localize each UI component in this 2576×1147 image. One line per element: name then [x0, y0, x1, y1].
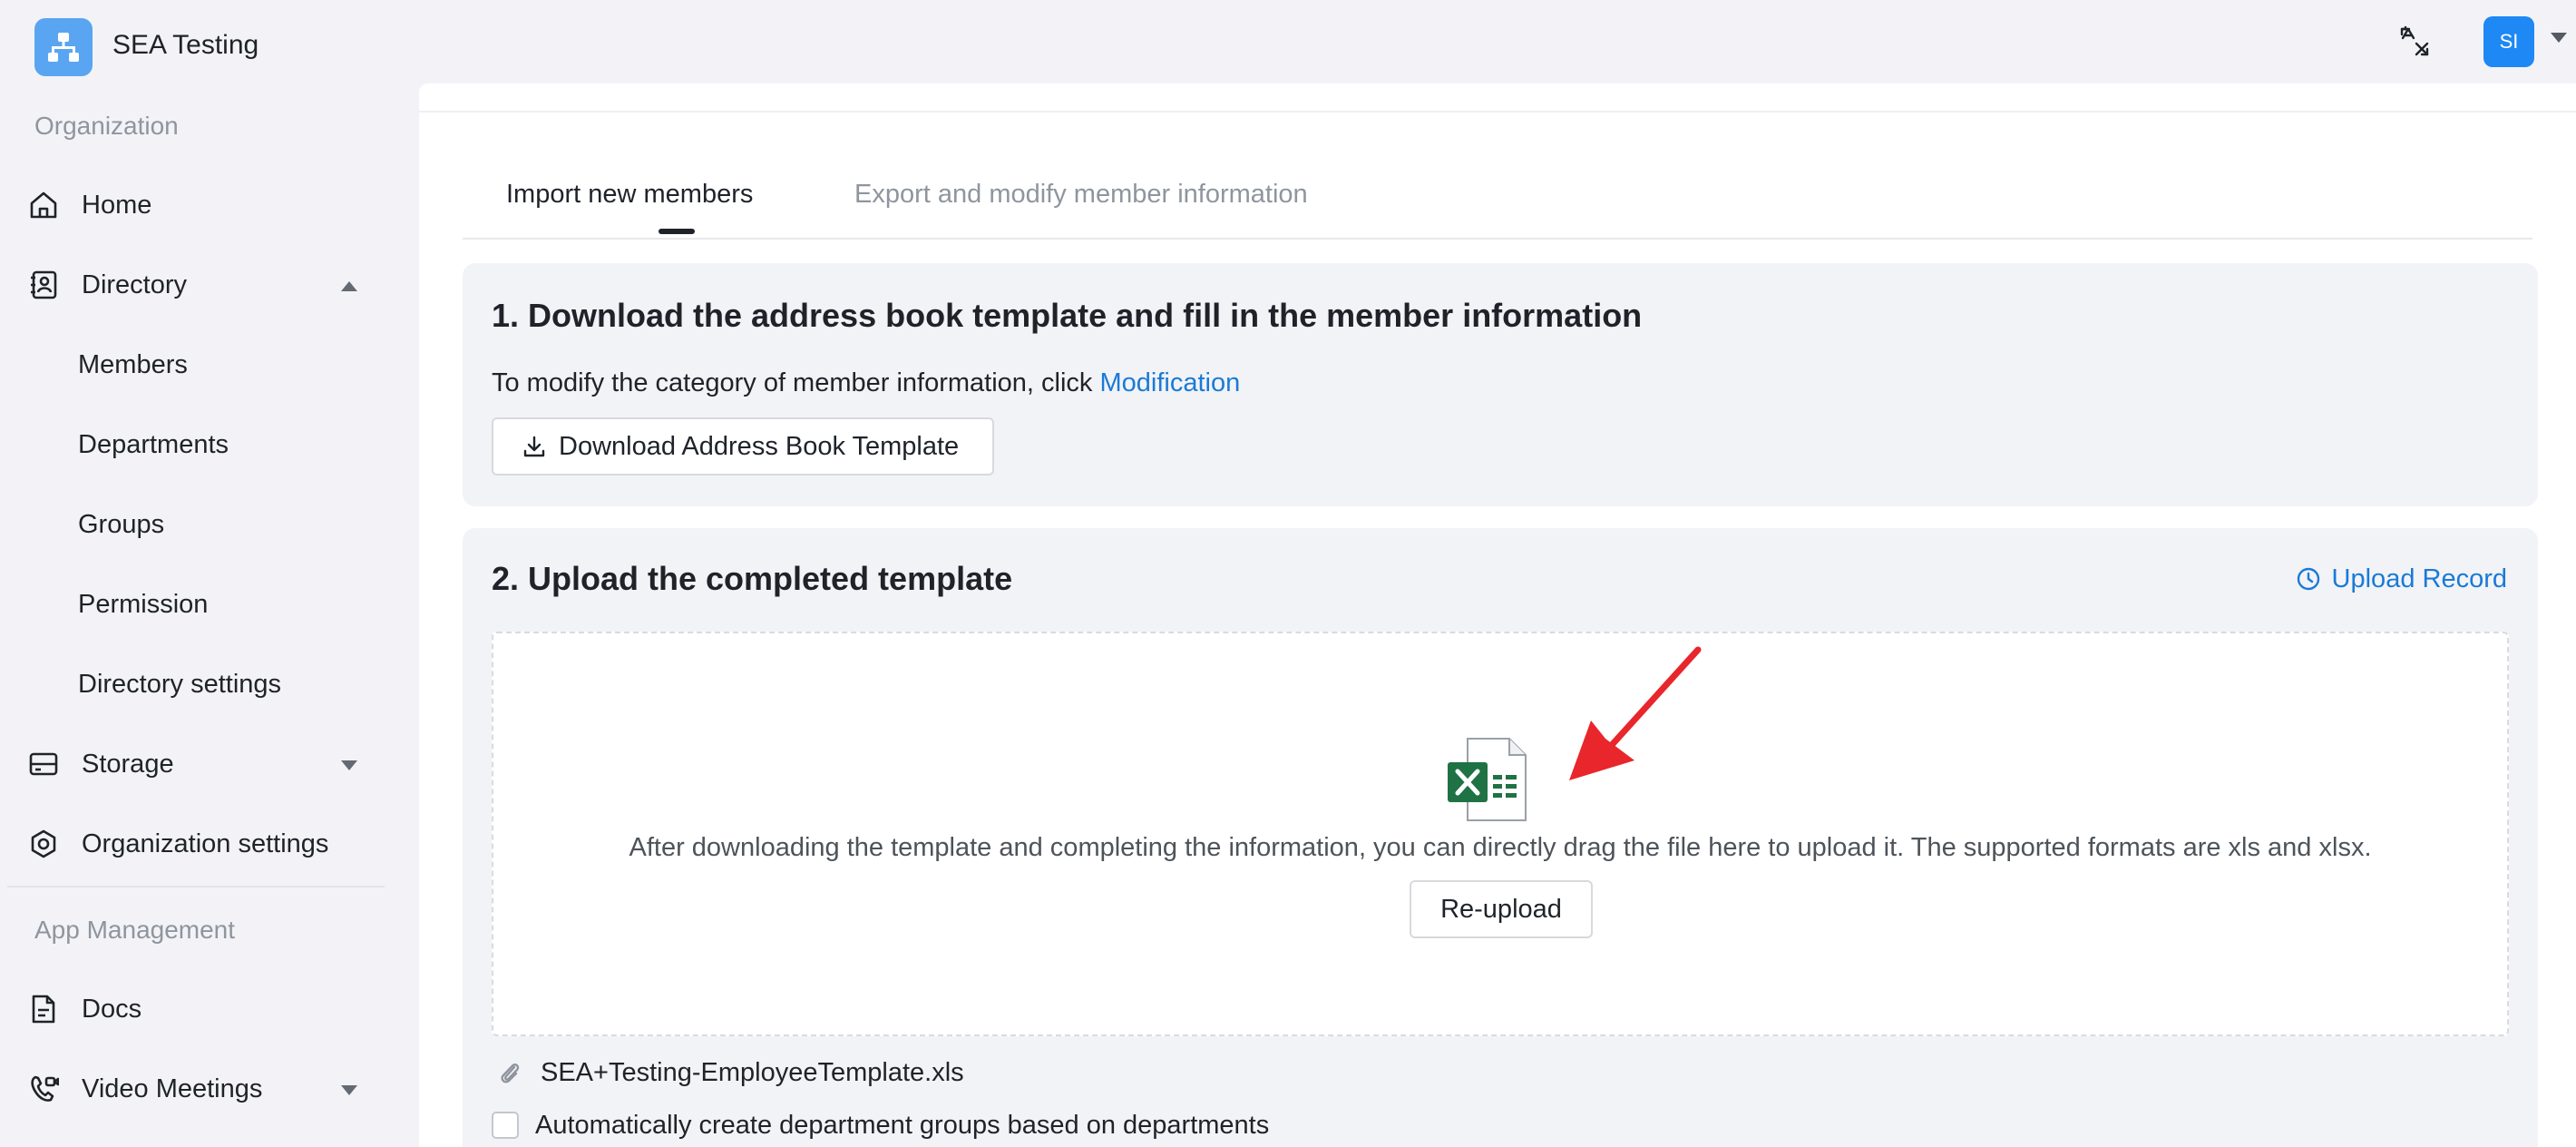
- translate-icon: [2400, 25, 2429, 56]
- account-menu-chevron-down-icon[interactable]: [2551, 33, 2567, 43]
- org-chart-icon: [48, 33, 79, 62]
- file-dropzone[interactable]: After downloading the template and compl…: [492, 632, 2509, 1036]
- app-name: SEA Testing: [112, 30, 259, 60]
- sidebar-item-label: Permission: [78, 590, 209, 619]
- organization-section-label: Organization: [34, 112, 179, 140]
- chevron-down-icon: [341, 1085, 357, 1095]
- auto-create-groups-label: Automatically create department groups b…: [535, 1111, 1270, 1140]
- sidebar-item-permission[interactable]: Permission: [0, 574, 390, 635]
- chevron-up-icon: [341, 281, 357, 291]
- hint-text: To modify the category of member informa…: [492, 368, 1100, 397]
- sidebar-item-label: Docs: [82, 995, 142, 1024]
- step2-title: 2. Upload the completed template: [492, 560, 1013, 597]
- auto-create-groups-option[interactable]: Automatically create department groups b…: [492, 1109, 1269, 1142]
- tab-import-new-members[interactable]: Import new members: [506, 178, 753, 211]
- home-icon: [27, 189, 60, 221]
- directory-icon: [27, 269, 60, 301]
- sidebar-item-label: Video Meetings: [82, 1074, 263, 1103]
- sidebar-item-label: Organization settings: [82, 829, 329, 858]
- upload-record-link[interactable]: Upload Record: [2296, 563, 2507, 595]
- sidebar-item-label: Directory settings: [78, 670, 282, 699]
- sidebar-item-label: Storage: [82, 750, 174, 779]
- app-management-section-label: App Management: [34, 916, 236, 944]
- sidebar-item-storage[interactable]: Storage: [0, 733, 390, 795]
- excel-file-icon: [1448, 738, 1527, 821]
- tab-export-modify-members[interactable]: Export and modify member information: [854, 178, 1308, 211]
- download-template-button[interactable]: Download Address Book Template: [492, 417, 994, 475]
- uploaded-file-name: SEA+Testing-EmployeeTemplate.xls: [541, 1058, 964, 1087]
- modification-link[interactable]: Modification: [1099, 368, 1240, 397]
- paperclip-icon: [501, 1064, 520, 1083]
- sidebar-item-organization-settings[interactable]: Organization settings: [0, 813, 390, 875]
- reupload-button[interactable]: Re-upload: [1410, 880, 1593, 938]
- translate-button[interactable]: [2395, 22, 2435, 62]
- tab-bar: Import new members Export and modify mem…: [463, 178, 2532, 240]
- storage-icon: [27, 748, 60, 780]
- sidebar-item-members[interactable]: Members: [0, 334, 390, 396]
- sidebar-divider: [7, 886, 385, 887]
- uploaded-file-item[interactable]: SEA+Testing-EmployeeTemplate.xls: [499, 1056, 964, 1089]
- main-panel: Import new members Export and modify mem…: [419, 83, 2576, 1147]
- sidebar-item-label: Members: [78, 350, 188, 379]
- sidebar-item-docs[interactable]: Docs: [0, 978, 390, 1040]
- sidebar-item-video-meetings[interactable]: Video Meetings: [0, 1058, 390, 1120]
- main-top-divider: [419, 111, 2576, 113]
- annotation-arrow-icon: [1569, 646, 1702, 780]
- sidebar-item-label: Departments: [78, 430, 229, 459]
- download-template-card: 1. Download the address book template an…: [463, 263, 2538, 506]
- app-logo: [34, 18, 93, 76]
- active-tab-indicator: [659, 229, 695, 234]
- step1-title: 1. Download the address book template an…: [492, 297, 1643, 334]
- upload-template-card: 2. Upload the completed template Upload …: [463, 528, 2538, 1147]
- sidebar-item-groups[interactable]: Groups: [0, 494, 390, 555]
- sidebar-item-label: Directory: [82, 270, 188, 299]
- sidebar-item-home[interactable]: Home: [0, 174, 390, 236]
- video-meetings-icon: [27, 1073, 60, 1105]
- sidebar-item-label: Groups: [78, 510, 165, 539]
- chevron-down-icon: [341, 760, 357, 770]
- sidebar-item-directory[interactable]: Directory: [0, 254, 390, 316]
- upload-record-label: Upload Record: [2331, 564, 2507, 593]
- sidebar-item-departments[interactable]: Departments: [0, 414, 390, 475]
- download-icon: [523, 436, 545, 457]
- download-button-label: Download Address Book Template: [559, 431, 960, 461]
- docs-icon: [27, 993, 60, 1025]
- auto-create-groups-checkbox[interactable]: [492, 1112, 519, 1139]
- clock-icon: [2297, 567, 2319, 591]
- user-avatar[interactable]: SI: [2483, 16, 2534, 67]
- organization-settings-icon: [27, 828, 60, 860]
- modify-category-hint: To modify the category of member informa…: [492, 367, 1240, 399]
- sidebar-item-directory-settings[interactable]: Directory settings: [0, 653, 390, 715]
- sidebar-item-label: Home: [82, 191, 152, 220]
- dropzone-hint: After downloading the template and compl…: [629, 833, 2372, 862]
